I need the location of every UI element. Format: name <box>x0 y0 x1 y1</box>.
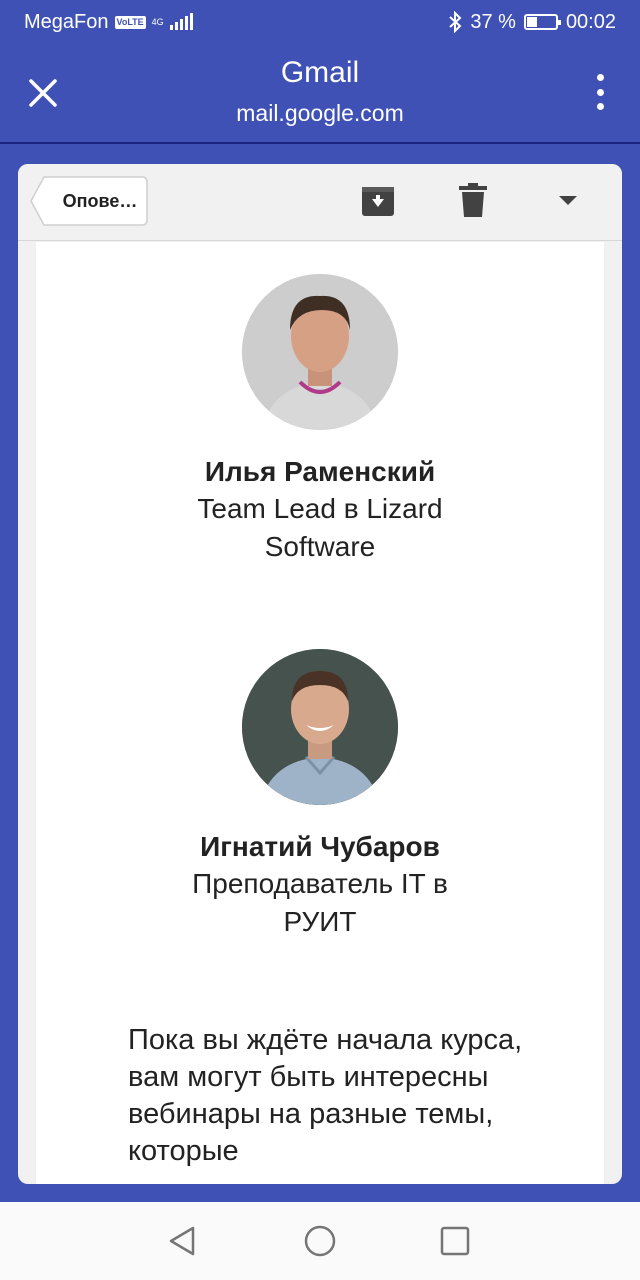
avatar <box>242 649 398 805</box>
email-toolbar: Опове… <box>18 164 622 241</box>
battery-percent: 37 % <box>470 10 516 33</box>
back-chip-label: Опове… <box>62 191 138 211</box>
signal-icon <box>169 13 193 30</box>
delete-icon[interactable] <box>453 180 493 220</box>
archive-icon[interactable] <box>358 180 398 220</box>
clock: 00:02 <box>565 10 616 33</box>
person-role: Преподаватель IT в РУИТ <box>192 868 448 937</box>
app-header: Gmail mail.google.com <box>0 44 640 142</box>
overflow-menu-icon[interactable] <box>590 74 610 110</box>
battery-level <box>526 17 538 27</box>
battery-icon <box>523 14 561 30</box>
network-type: 4G <box>151 16 164 27</box>
status-bar: MegaFon VoLTE 4G 37 % 00:02 <box>0 0 640 44</box>
volte-badge: VoLTE <box>114 15 146 29</box>
person-role: Team Lead в Lizard Software <box>197 493 443 562</box>
email-body: Илья Раменский Team Lead в Lizard Softwa… <box>36 242 604 1184</box>
system-nav-bar <box>0 1202 640 1280</box>
person-card: Игнатий Чубаров Преподаватель IT в РУИТ <box>36 649 604 941</box>
bluetooth-icon <box>449 11 462 33</box>
more-dropdown-icon[interactable] <box>548 180 588 220</box>
person-name: Игнатий Чубаров <box>200 831 440 862</box>
home-circle-icon[interactable] <box>303 1224 337 1258</box>
email-paragraph: Пока вы ждёте начала курса, вам могут бы… <box>128 1024 523 1167</box>
page-url: mail.google.com <box>236 100 404 126</box>
person-name: Илья Раменский <box>204 456 436 487</box>
back-triangle-icon[interactable] <box>166 1224 200 1258</box>
avatar <box>242 274 398 430</box>
email-card: Опове… Илья Раменский Team Lead в Lizard… <box>18 164 622 1184</box>
recents-square-icon[interactable] <box>438 1224 472 1258</box>
carrier-name: MegaFon <box>24 10 109 33</box>
person-card: Илья Раменский Team Lead в Lizard Softwa… <box>36 274 604 566</box>
header-divider <box>0 142 640 144</box>
app-title: Gmail <box>280 56 360 89</box>
back-to-folder-button[interactable]: Опове… <box>30 176 148 226</box>
